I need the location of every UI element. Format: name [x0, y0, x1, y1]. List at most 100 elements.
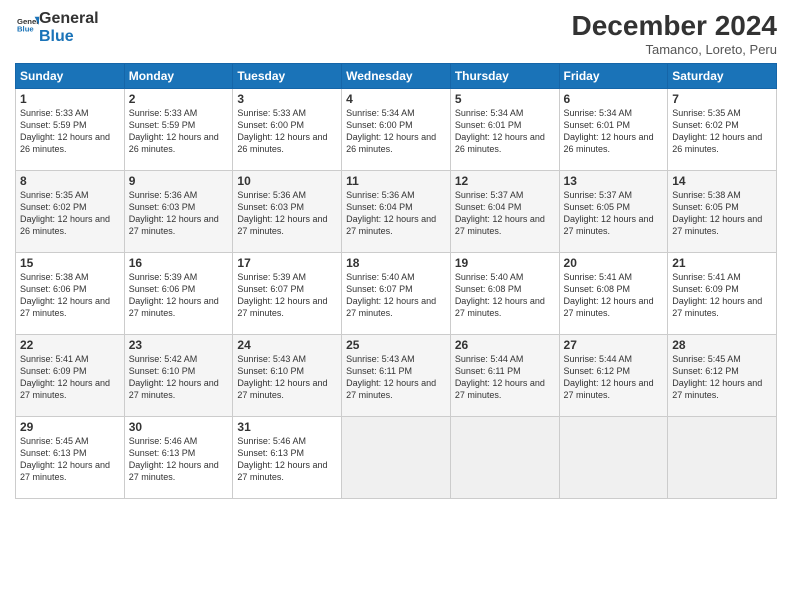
- sunrise-text: Sunrise: 5:43 AM: [237, 353, 337, 365]
- logo-blue: Blue: [39, 28, 99, 46]
- cell-info: Sunrise: 5:45 AMSunset: 6:13 PMDaylight:…: [20, 435, 120, 484]
- sunset-text: Sunset: 6:03 PM: [129, 201, 229, 213]
- daylight-text: Daylight: 12 hours and 27 minutes.: [672, 295, 772, 319]
- sunrise-text: Sunrise: 5:37 AM: [564, 189, 664, 201]
- daylight-text: Daylight: 12 hours and 27 minutes.: [129, 459, 229, 483]
- calendar-cell: [342, 417, 451, 499]
- daylight-text: Daylight: 12 hours and 26 minutes.: [346, 131, 446, 155]
- day-number: 28: [672, 338, 772, 352]
- svg-text:Blue: Blue: [17, 25, 34, 34]
- calendar-week-1: 1 Sunrise: 5:33 AMSunset: 5:59 PMDaylight…: [16, 89, 777, 171]
- sunrise-text: Sunrise: 5:40 AM: [346, 271, 446, 283]
- cell-info: Sunrise: 5:37 AMSunset: 6:05 PMDaylight:…: [564, 189, 664, 238]
- daylight-text: Daylight: 12 hours and 27 minutes.: [346, 213, 446, 237]
- daylight-text: Daylight: 12 hours and 26 minutes.: [564, 131, 664, 155]
- daylight-text: Daylight: 12 hours and 27 minutes.: [237, 213, 337, 237]
- sunrise-text: Sunrise: 5:33 AM: [20, 107, 120, 119]
- calendar-week-3: 15Sunrise: 5:38 AMSunset: 6:06 PMDayligh…: [16, 253, 777, 335]
- sunrise-text: Sunrise: 5:38 AM: [672, 189, 772, 201]
- day-number: 12: [455, 174, 555, 188]
- day-header-friday: Friday: [559, 64, 668, 89]
- cell-info: Sunrise: 5:43 AMSunset: 6:10 PMDaylight:…: [237, 353, 337, 402]
- calendar-cell: 12Sunrise: 5:37 AMSunset: 6:04 PMDayligh…: [450, 171, 559, 253]
- calendar-cell: 6Sunrise: 5:34 AMSunset: 6:01 PMDaylight…: [559, 89, 668, 171]
- calendar-cell: 23Sunrise: 5:42 AMSunset: 6:10 PMDayligh…: [124, 335, 233, 417]
- header: General Blue General Blue December 2024 …: [15, 10, 777, 57]
- sunrise-text: Sunrise: 5:43 AM: [346, 353, 446, 365]
- day-number: 10: [237, 174, 337, 188]
- day-number: 11: [346, 174, 446, 188]
- daylight-text: Daylight: 12 hours and 27 minutes.: [455, 295, 555, 319]
- sunset-text: Sunset: 6:13 PM: [129, 447, 229, 459]
- cell-info: Sunrise: 5:38 AMSunset: 6:06 PMDaylight:…: [20, 271, 120, 320]
- daylight-text: Daylight: 12 hours and 27 minutes.: [346, 295, 446, 319]
- calendar-cell: 24Sunrise: 5:43 AMSunset: 6:10 PMDayligh…: [233, 335, 342, 417]
- sunset-text: Sunset: 6:10 PM: [129, 365, 229, 377]
- day-number: 9: [129, 174, 229, 188]
- daylight-text: Daylight: 12 hours and 27 minutes.: [129, 295, 229, 319]
- cell-info: Sunrise: 5:41 AMSunset: 6:08 PMDaylight:…: [564, 271, 664, 320]
- cell-info: Sunrise: 5:35 AMSunset: 6:02 PMDaylight:…: [20, 189, 120, 238]
- sunset-text: Sunset: 6:00 PM: [346, 119, 446, 131]
- cell-info: Sunrise: 5:33 AMSunset: 6:00 PMDaylight:…: [237, 107, 337, 156]
- calendar-header-row: SundayMondayTuesdayWednesdayThursdayFrid…: [16, 64, 777, 89]
- sunrise-text: Sunrise: 5:41 AM: [672, 271, 772, 283]
- sunrise-text: Sunrise: 5:35 AM: [672, 107, 772, 119]
- calendar-cell: 11Sunrise: 5:36 AMSunset: 6:04 PMDayligh…: [342, 171, 451, 253]
- day-number: 13: [564, 174, 664, 188]
- sunset-text: Sunset: 6:13 PM: [237, 447, 337, 459]
- calendar-week-4: 22Sunrise: 5:41 AMSunset: 6:09 PMDayligh…: [16, 335, 777, 417]
- calendar-cell: 9Sunrise: 5:36 AMSunset: 6:03 PMDaylight…: [124, 171, 233, 253]
- calendar-cell: 21Sunrise: 5:41 AMSunset: 6:09 PMDayligh…: [668, 253, 777, 335]
- sunrise-text: Sunrise: 5:41 AM: [20, 353, 120, 365]
- cell-info: Sunrise: 5:46 AMSunset: 6:13 PMDaylight:…: [129, 435, 229, 484]
- daylight-text: Daylight: 12 hours and 27 minutes.: [564, 213, 664, 237]
- cell-info: Sunrise: 5:45 AMSunset: 6:12 PMDaylight:…: [672, 353, 772, 402]
- cell-info: Sunrise: 5:37 AMSunset: 6:04 PMDaylight:…: [455, 189, 555, 238]
- day-header-monday: Monday: [124, 64, 233, 89]
- sunset-text: Sunset: 6:08 PM: [455, 283, 555, 295]
- daylight-text: Daylight: 12 hours and 27 minutes.: [237, 295, 337, 319]
- day-number: 2: [129, 92, 229, 106]
- cell-info: Sunrise: 5:44 AMSunset: 6:12 PMDaylight:…: [564, 353, 664, 402]
- sunrise-text: Sunrise: 5:44 AM: [455, 353, 555, 365]
- cell-info: Sunrise: 5:39 AMSunset: 6:07 PMDaylight:…: [237, 271, 337, 320]
- calendar-cell: 2Sunrise: 5:33 AMSunset: 5:59 PMDaylight…: [124, 89, 233, 171]
- sunset-text: Sunset: 6:04 PM: [346, 201, 446, 213]
- cell-info: Sunrise: 5:33 AMSunset: 5:59 PMDaylight:…: [129, 107, 229, 156]
- daylight-text: Daylight: 12 hours and 26 minutes.: [20, 131, 120, 155]
- sunrise-text: Sunrise: 5:33 AM: [237, 107, 337, 119]
- cell-info: Sunrise: 5:40 AMSunset: 6:08 PMDaylight:…: [455, 271, 555, 320]
- day-number: 5: [455, 92, 555, 106]
- calendar-cell: 25Sunrise: 5:43 AMSunset: 6:11 PMDayligh…: [342, 335, 451, 417]
- cell-info: Sunrise: 5:44 AMSunset: 6:11 PMDaylight:…: [455, 353, 555, 402]
- cell-info: Sunrise: 5:46 AMSunset: 6:13 PMDaylight:…: [237, 435, 337, 484]
- sunrise-text: Sunrise: 5:37 AM: [455, 189, 555, 201]
- day-number: 14: [672, 174, 772, 188]
- cell-info: Sunrise: 5:41 AMSunset: 6:09 PMDaylight:…: [20, 353, 120, 402]
- sunset-text: Sunset: 6:00 PM: [237, 119, 337, 131]
- cell-info: Sunrise: 5:41 AMSunset: 6:09 PMDaylight:…: [672, 271, 772, 320]
- day-number: 17: [237, 256, 337, 270]
- sunset-text: Sunset: 6:07 PM: [346, 283, 446, 295]
- location-subtitle: Tamanco, Loreto, Peru: [572, 42, 777, 57]
- daylight-text: Daylight: 12 hours and 27 minutes.: [455, 213, 555, 237]
- cell-info: Sunrise: 5:36 AMSunset: 6:03 PMDaylight:…: [237, 189, 337, 238]
- month-title: December 2024: [572, 10, 777, 42]
- sunrise-text: Sunrise: 5:38 AM: [20, 271, 120, 283]
- calendar-cell: 28Sunrise: 5:45 AMSunset: 6:12 PMDayligh…: [668, 335, 777, 417]
- day-number: 23: [129, 338, 229, 352]
- sunrise-text: Sunrise: 5:34 AM: [346, 107, 446, 119]
- calendar-cell: 13Sunrise: 5:37 AMSunset: 6:05 PMDayligh…: [559, 171, 668, 253]
- cell-info: Sunrise: 5:38 AMSunset: 6:05 PMDaylight:…: [672, 189, 772, 238]
- cell-info: Sunrise: 5:36 AMSunset: 6:03 PMDaylight:…: [129, 189, 229, 238]
- daylight-text: Daylight: 12 hours and 27 minutes.: [564, 295, 664, 319]
- cell-info: Sunrise: 5:36 AMSunset: 6:04 PMDaylight:…: [346, 189, 446, 238]
- daylight-text: Daylight: 12 hours and 27 minutes.: [129, 213, 229, 237]
- daylight-text: Daylight: 12 hours and 27 minutes.: [20, 459, 120, 483]
- calendar-cell: 29Sunrise: 5:45 AMSunset: 6:13 PMDayligh…: [16, 417, 125, 499]
- calendar-cell: 22Sunrise: 5:41 AMSunset: 6:09 PMDayligh…: [16, 335, 125, 417]
- day-header-wednesday: Wednesday: [342, 64, 451, 89]
- day-number: 27: [564, 338, 664, 352]
- day-number: 1: [20, 92, 120, 106]
